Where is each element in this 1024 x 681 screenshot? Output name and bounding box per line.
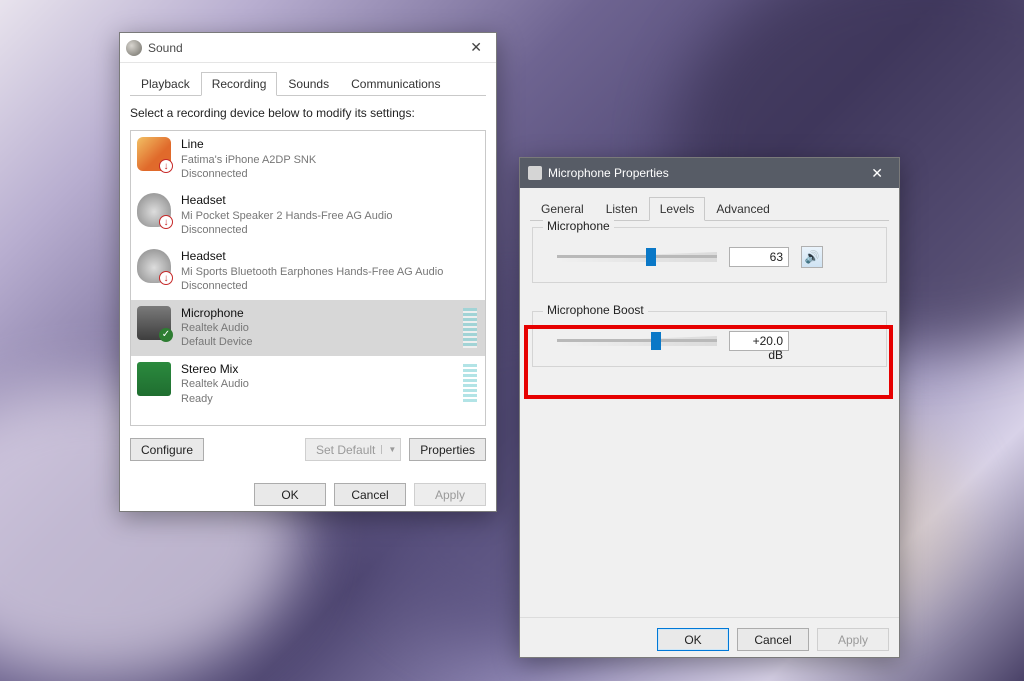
mic-footer: OK Cancel Apply [520, 617, 899, 661]
boost-label: Microphone Boost [543, 303, 648, 317]
properties-button[interactable]: Properties [409, 438, 486, 461]
line-in-icon: ↓ [137, 137, 171, 171]
device-status: Disconnected [181, 279, 453, 293]
tab-listen[interactable]: Listen [595, 197, 649, 221]
boost-slider[interactable] [557, 330, 717, 352]
cancel-button[interactable]: Cancel [737, 628, 809, 651]
mute-button[interactable]: 🔊 [801, 246, 823, 268]
device-line[interactable]: ↓ Line Fatima's iPhone A2DP SNK Disconne… [131, 131, 485, 187]
speaker-icon [126, 40, 142, 56]
mic-client: General Listen Levels Advanced Microphon… [520, 188, 899, 617]
speaker-icon: 🔊 [805, 250, 820, 264]
window-title: Sound [148, 41, 462, 55]
tab-general[interactable]: General [530, 197, 595, 221]
device-list[interactable]: ↓ Line Fatima's iPhone A2DP SNK Disconne… [130, 130, 486, 426]
sound-window: Sound ✕ Playback Recording Sounds Commun… [119, 32, 497, 512]
device-name: Stereo Mix [181, 362, 453, 378]
configure-button[interactable]: Configure [130, 438, 204, 461]
device-name: Line [181, 137, 453, 153]
cancel-button[interactable]: Cancel [334, 483, 406, 506]
slider-thumb[interactable] [646, 248, 656, 266]
device-headset-2[interactable]: ↓ Headset Mi Sports Bluetooth Earphones … [131, 243, 485, 299]
arrow-down-icon: ↓ [159, 159, 173, 173]
device-microphone[interactable]: ✓ Microphone Realtek Audio Default Devic… [131, 300, 485, 356]
device-headset-1[interactable]: ↓ Headset Mi Pocket Speaker 2 Hands-Free… [131, 187, 485, 243]
microphone-value[interactable]: 63 [729, 247, 789, 267]
apply-button[interactable]: Apply [817, 628, 889, 651]
mic-properties-window: Microphone Properties ✕ General Listen L… [519, 157, 900, 658]
device-desc: Realtek Audio [181, 377, 453, 391]
check-icon: ✓ [159, 328, 173, 342]
device-stereo-mix[interactable]: Stereo Mix Realtek Audio Ready [131, 356, 485, 412]
instruction-text: Select a recording device below to modif… [130, 106, 486, 120]
level-meter [463, 364, 477, 404]
tab-communications[interactable]: Communications [340, 72, 451, 96]
level-meter [463, 308, 477, 348]
titlebar[interactable]: Microphone Properties ✕ [520, 158, 899, 188]
device-status: Disconnected [181, 223, 453, 237]
close-icon[interactable]: ✕ [462, 37, 490, 58]
sound-footer: OK Cancel Apply [120, 471, 496, 516]
device-desc: Fatima's iPhone A2DP SNK [181, 153, 453, 167]
sound-tabs: Playback Recording Sounds Communications [130, 71, 486, 96]
tab-sounds[interactable]: Sounds [277, 72, 340, 96]
mic-tabs: General Listen Levels Advanced [530, 196, 889, 221]
arrow-down-icon: ↓ [159, 215, 173, 229]
tab-playback[interactable]: Playback [130, 72, 201, 96]
microphone-level-group: Microphone 63 🔊 [532, 227, 887, 283]
device-button-row: Configure Set Default ▼ Properties [130, 438, 486, 461]
apply-button[interactable]: Apply [414, 483, 486, 506]
headset-icon: ↓ [137, 193, 171, 227]
sound-client: Playback Recording Sounds Communications… [120, 63, 496, 471]
microphone-label: Microphone [543, 219, 614, 233]
device-name: Headset [181, 249, 453, 265]
microphone-boost-group: Microphone Boost +20.0 dB [532, 311, 887, 367]
device-desc: Mi Pocket Speaker 2 Hands-Free AG Audio [181, 209, 453, 223]
arrow-down-icon: ↓ [159, 271, 173, 285]
device-desc: Realtek Audio [181, 321, 453, 335]
sound-card-icon [137, 362, 171, 396]
headset-icon: ↓ [137, 249, 171, 283]
chevron-down-icon[interactable]: ▼ [381, 445, 396, 454]
slider-thumb[interactable] [651, 332, 661, 350]
device-status: Disconnected [181, 167, 453, 181]
titlebar[interactable]: Sound ✕ [120, 33, 496, 63]
close-icon[interactable]: ✕ [863, 163, 891, 184]
tab-levels[interactable]: Levels [649, 197, 706, 221]
device-name: Microphone [181, 306, 453, 322]
microphone-icon: ✓ [137, 306, 171, 340]
window-title: Microphone Properties [548, 166, 863, 180]
tab-advanced[interactable]: Advanced [705, 197, 780, 221]
set-default-button[interactable]: Set Default ▼ [305, 438, 401, 461]
ok-button[interactable]: OK [657, 628, 729, 651]
set-default-label: Set Default [316, 443, 375, 457]
tab-recording[interactable]: Recording [201, 72, 278, 96]
device-status: Default Device [181, 335, 453, 349]
ok-button[interactable]: OK [254, 483, 326, 506]
device-status: Ready [181, 392, 453, 406]
device-desc: Mi Sports Bluetooth Earphones Hands-Free… [181, 265, 453, 279]
boost-value[interactable]: +20.0 dB [729, 331, 789, 351]
microphone-icon [528, 166, 542, 180]
device-name: Headset [181, 193, 453, 209]
microphone-slider[interactable] [557, 246, 717, 268]
